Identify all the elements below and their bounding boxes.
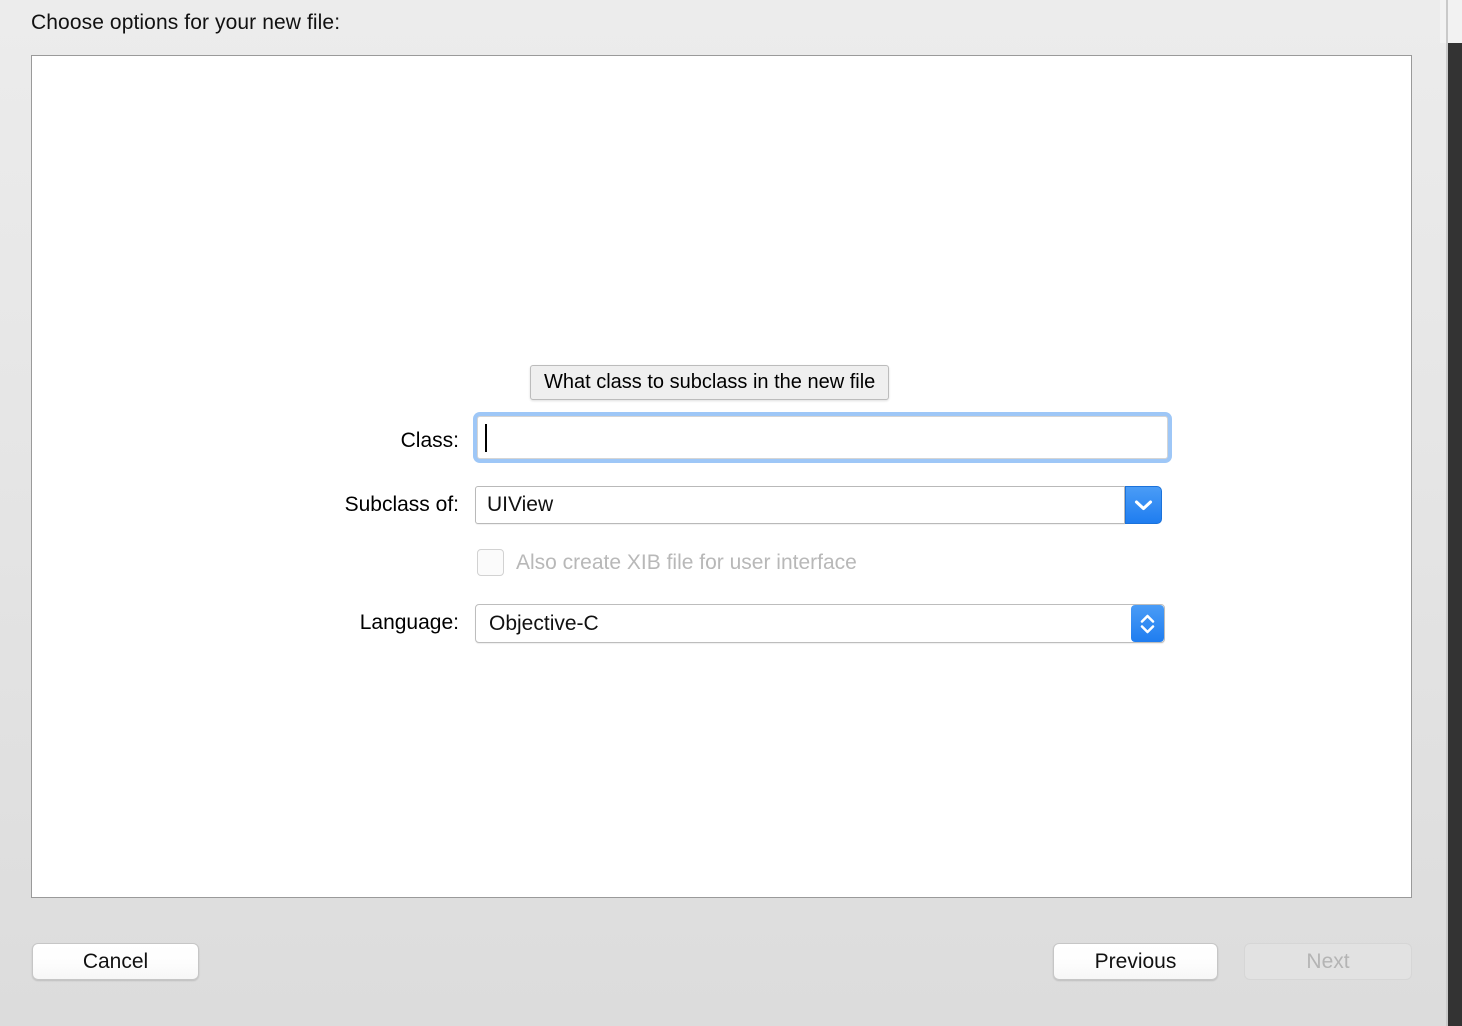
tooltip-text: What class to subclass in the new file [544,371,875,394]
chevron-up-down-icon[interactable] [1131,605,1164,642]
subclass-field-label: Subclass of: [323,493,459,517]
window-right-edge-highlight [1440,0,1462,43]
chevron-down-icon[interactable] [1125,486,1162,524]
text-caret [485,424,487,452]
background-editor-strip [1448,43,1462,1026]
xib-checkbox [477,549,504,576]
language-popup-value[interactable]: Objective-C [475,604,1165,643]
new-file-options-dialog: Choose options for your new file: What c… [0,0,1448,1026]
class-field-label: Class: [391,429,459,453]
class-field-tooltip: What class to subclass in the new file [530,365,889,400]
xib-checkbox-row: Also create XIB file for user interface [477,549,857,576]
language-popup-button[interactable]: Objective-C [475,604,1165,643]
page-title: Choose options for your new file: [31,11,340,35]
previous-button[interactable]: Previous [1053,943,1218,980]
options-content-panel: What class to subclass in the new file C… [31,55,1412,898]
class-field-focus-ring [473,412,1172,463]
language-field-label: Language: [341,611,459,635]
cancel-button[interactable]: Cancel [32,943,199,980]
xib-checkbox-label: Also create XIB file for user interface [516,551,857,575]
subclass-combo-box[interactable]: UIView [475,486,1162,524]
next-button: Next [1244,943,1412,980]
class-input[interactable] [477,416,1168,459]
subclass-combo-value[interactable]: UIView [475,486,1125,524]
